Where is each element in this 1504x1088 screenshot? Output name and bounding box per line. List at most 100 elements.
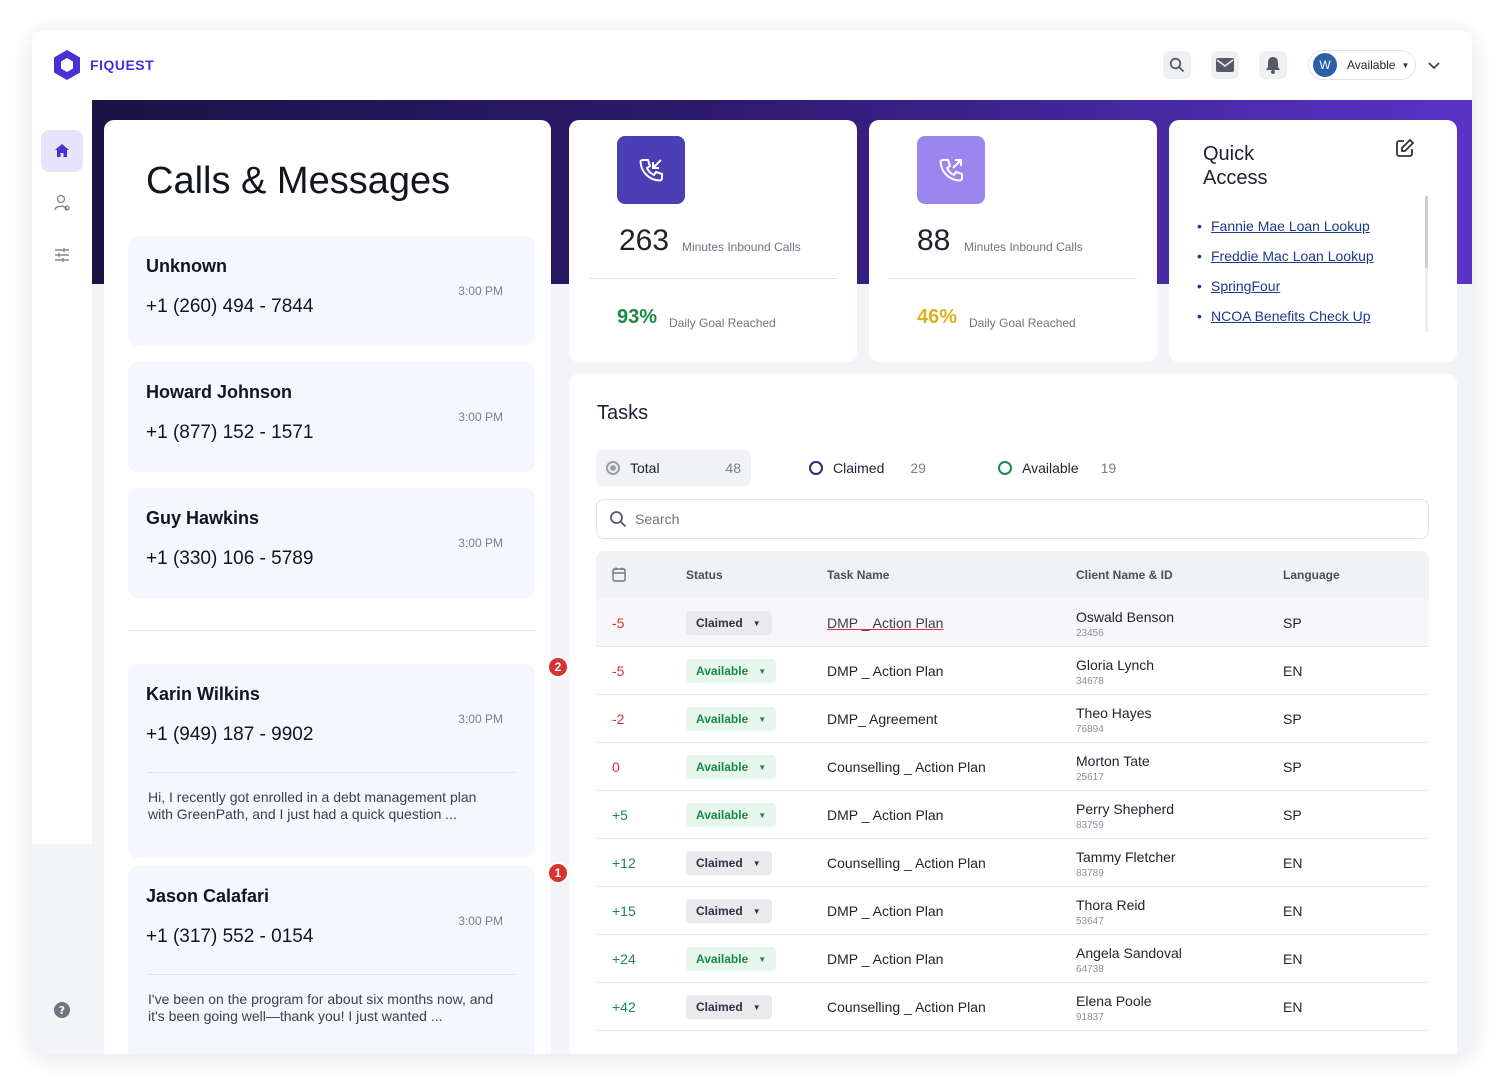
app-window: FIQUEST W Available ▼ ? Calls & Messages… bbox=[32, 30, 1472, 1054]
caret-down-icon: ▼ bbox=[758, 666, 767, 676]
client-id: 34678 bbox=[1076, 676, 1104, 687]
stat-value: 88 bbox=[917, 224, 951, 257]
client-id: 23456 bbox=[1076, 628, 1104, 639]
calendar-icon[interactable] bbox=[612, 567, 626, 582]
language: SP bbox=[1283, 711, 1302, 727]
table-row[interactable]: +5 Available ▼ DMP _ Action Plan Perry Sheph… bbox=[596, 791, 1429, 839]
call-item[interactable]: Guy Hawkins +1 (330) 106 - 5789 3:00 PM bbox=[128, 488, 535, 598]
status-dropdown[interactable]: Available ▼ bbox=[686, 659, 776, 683]
task-name[interactable]: Counselling _ Action Plan bbox=[827, 855, 986, 871]
quick-access-card: Quick Access Fannie Mae Loan Lookup Fred… bbox=[1169, 120, 1457, 362]
client-name: Angela Sandoval bbox=[1076, 945, 1182, 961]
search-button[interactable] bbox=[1163, 51, 1191, 79]
task-name[interactable]: DMP _ Action Plan bbox=[827, 903, 943, 919]
sender-phone: +1 (949) 187 - 9902 bbox=[146, 724, 314, 745]
status-label: Available bbox=[696, 760, 749, 774]
sender-name: Karin Wilkins bbox=[146, 684, 260, 704]
task-name[interactable]: Counselling _ Action Plan bbox=[827, 759, 986, 775]
table-row[interactable]: 0 Available ▼ Counselling _ Action Plan Mort… bbox=[596, 743, 1429, 791]
client-id: 91837 bbox=[1076, 1012, 1104, 1023]
status-dropdown[interactable]: Claimed ▼ bbox=[686, 851, 772, 875]
column-header-language[interactable]: Language bbox=[1283, 568, 1340, 582]
status-dropdown[interactable]: Claimed ▼ bbox=[686, 995, 772, 1019]
chevron-down-icon bbox=[1428, 62, 1440, 70]
table-row[interactable]: +42 Claimed ▼ Counselling _ Action Plan Elen… bbox=[596, 983, 1429, 1031]
list-divider bbox=[128, 630, 535, 631]
client-id: 53647 bbox=[1076, 916, 1104, 927]
table-row[interactable]: -2 Available ▼ DMP_ Agreement Theo Hayes 7689… bbox=[596, 695, 1429, 743]
task-name[interactable]: Counselling _ Action Plan bbox=[827, 999, 986, 1015]
user-icon bbox=[54, 194, 70, 211]
task-search[interactable]: Search bbox=[596, 499, 1429, 539]
client-name: Morton Tate bbox=[1076, 753, 1150, 769]
help-button[interactable]: ? bbox=[41, 989, 83, 1031]
table-row[interactable]: +15 Claimed ▼ DMP _ Action Plan Thora Reid 53… bbox=[596, 887, 1429, 935]
filter-claimed[interactable]: Claimed 29 bbox=[809, 450, 926, 486]
quick-link[interactable]: SpringFour bbox=[1197, 278, 1374, 294]
task-name[interactable]: DMP _ Action Plan bbox=[827, 615, 943, 631]
client-id: 83759 bbox=[1076, 820, 1104, 831]
sidebar-item-settings-sliders[interactable] bbox=[41, 234, 83, 276]
logo[interactable]: FIQUEST bbox=[50, 48, 154, 82]
column-header-client[interactable]: Client Name & ID bbox=[1076, 568, 1173, 582]
task-name[interactable]: DMP _ Action Plan bbox=[827, 663, 943, 679]
task-name[interactable]: DMP _ Action Plan bbox=[827, 807, 943, 823]
priority-value: +5 bbox=[612, 807, 628, 823]
status-dropdown[interactable]: Claimed ▼ bbox=[686, 611, 772, 635]
phone-outgoing-icon bbox=[939, 159, 963, 182]
table-row[interactable]: -5 Available ▼ DMP _ Action Plan Gloria Lync… bbox=[596, 647, 1429, 695]
sidebar-item-home[interactable] bbox=[41, 130, 83, 172]
filter-label: Claimed bbox=[833, 460, 885, 476]
status-dropdown[interactable]: Available ▼ bbox=[686, 707, 776, 731]
profile-menu-button[interactable] bbox=[1427, 58, 1441, 76]
message-preview: I've been on the program for about six m… bbox=[148, 991, 494, 1024]
status-dropdown[interactable]: Available ▼ bbox=[686, 947, 776, 971]
status-dropdown[interactable]: Available ▼ bbox=[686, 803, 776, 827]
filter-available[interactable]: Available 19 bbox=[998, 450, 1116, 486]
caret-down-icon: ▼ bbox=[758, 810, 767, 820]
scrollbar-thumb[interactable] bbox=[1425, 196, 1428, 268]
table-row[interactable]: -5 Claimed ▼ DMP _ Action Plan Oswald Benson… bbox=[596, 599, 1429, 647]
table-row[interactable]: +24 Available ▼ DMP _ Action Plan Angela San… bbox=[596, 935, 1429, 983]
quick-link[interactable]: Freddie Mac Loan Lookup bbox=[1197, 248, 1374, 264]
fiquest-logo-icon bbox=[54, 50, 80, 80]
message-item[interactable]: Jason Calafari +1 (317) 552 - 0154 3:00 … bbox=[128, 866, 535, 1054]
quick-link[interactable]: Fannie Mae Loan Lookup bbox=[1197, 218, 1374, 234]
inbound-call-badge bbox=[617, 136, 685, 204]
outbound-call-badge bbox=[917, 136, 985, 204]
help-icon: ? bbox=[54, 1002, 70, 1018]
client-id: 25617 bbox=[1076, 772, 1104, 783]
caret-down-icon: ▼ bbox=[752, 906, 761, 916]
availability-dropdown[interactable]: W Available ▼ bbox=[1308, 50, 1416, 80]
settings-button[interactable] bbox=[41, 1042, 83, 1054]
quick-link[interactable]: NCOA Benefits Check Up bbox=[1197, 308, 1374, 324]
notifications-button[interactable] bbox=[1259, 51, 1287, 79]
column-header-task-name[interactable]: Task Name bbox=[827, 568, 889, 582]
table-row[interactable]: +12 Claimed ▼ Counselling _ Action Plan Tamm… bbox=[596, 839, 1429, 887]
task-name[interactable]: DMP _ Action Plan bbox=[827, 951, 943, 967]
search-input[interactable]: Search bbox=[635, 511, 679, 527]
message-item[interactable]: Karin Wilkins +1 (949) 187 - 9902 3:00 P… bbox=[128, 664, 535, 858]
search-icon bbox=[1169, 57, 1185, 73]
stat-label: Minutes Inbound Calls bbox=[964, 240, 1083, 254]
column-header-status[interactable]: Status bbox=[686, 568, 723, 582]
status-label: Claimed bbox=[696, 1000, 743, 1014]
task-name[interactable]: DMP_ Agreement bbox=[827, 711, 938, 727]
status-label: Available bbox=[696, 808, 749, 822]
avatar: W bbox=[1313, 53, 1337, 77]
status-dropdown[interactable]: Available ▼ bbox=[686, 755, 776, 779]
caret-down-icon: ▼ bbox=[1401, 60, 1410, 70]
filter-total[interactable]: Total 48 bbox=[596, 450, 751, 486]
call-item[interactable]: Unknown +1 (260) 494 - 7844 3:00 PM bbox=[128, 236, 535, 346]
edit-quick-access-button[interactable] bbox=[1395, 138, 1415, 163]
call-item[interactable]: Howard Johnson +1 (877) 152 - 1571 3:00 … bbox=[128, 362, 535, 472]
language: EN bbox=[1283, 951, 1303, 967]
radio-selected-icon bbox=[606, 461, 620, 475]
availability-status: Available bbox=[1347, 58, 1396, 72]
sidebar-item-contacts[interactable] bbox=[41, 182, 83, 224]
status-dropdown[interactable]: Claimed ▼ bbox=[686, 899, 772, 923]
mail-button[interactable] bbox=[1211, 51, 1239, 79]
priority-value: +24 bbox=[612, 951, 636, 967]
caller-name: Howard Johnson bbox=[146, 382, 293, 402]
caret-down-icon: ▼ bbox=[758, 714, 767, 724]
